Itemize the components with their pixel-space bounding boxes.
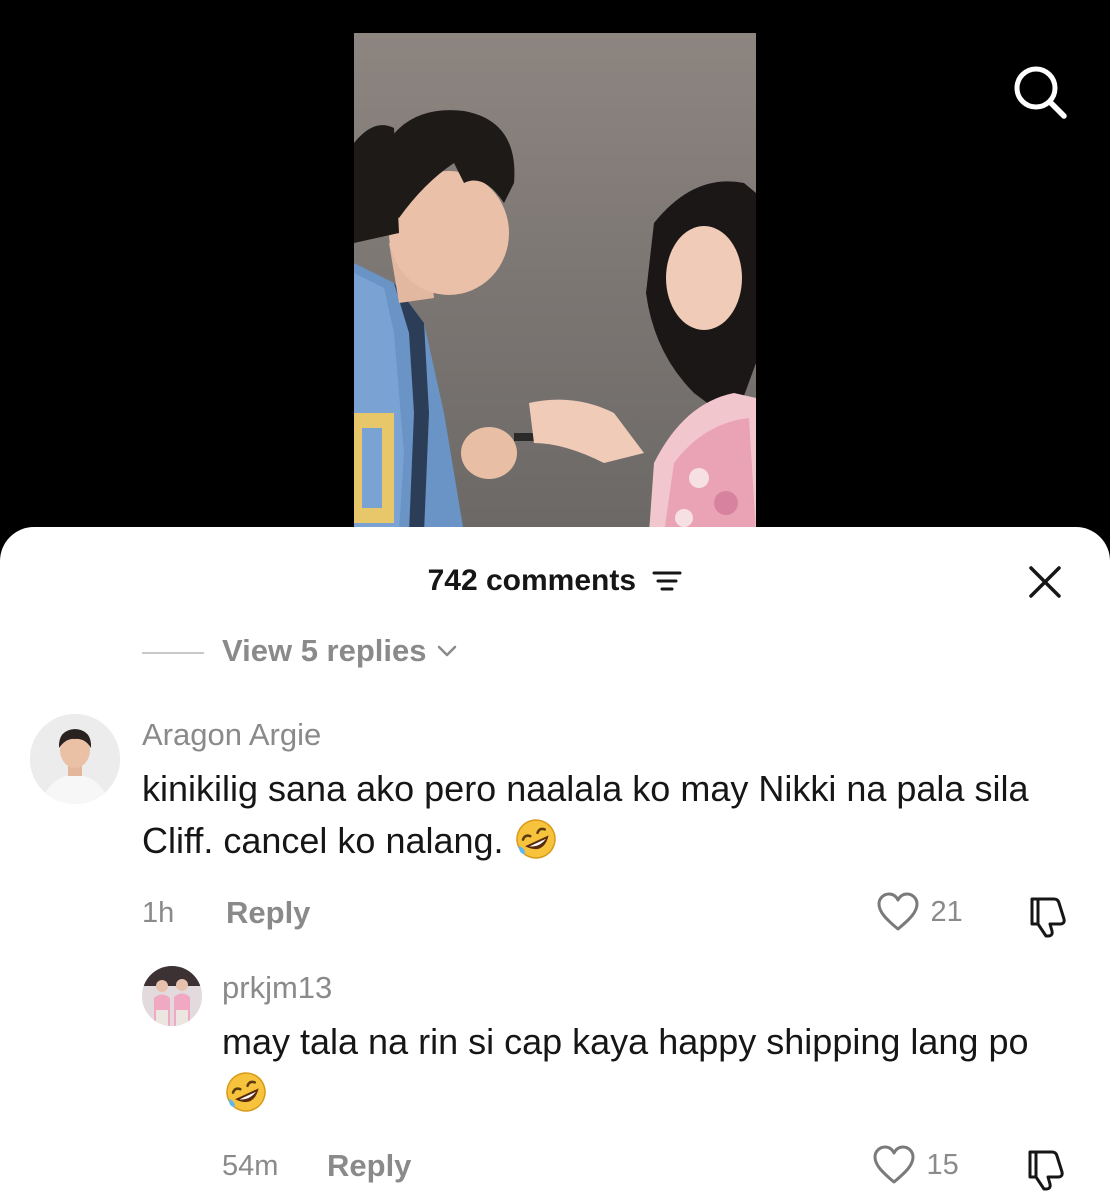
like-button[interactable]: 21: [876, 891, 963, 935]
comment-username[interactable]: prkjm13: [222, 970, 332, 1006]
view-replies-button[interactable]: View 5 replies: [222, 633, 459, 669]
comment-username[interactable]: Aragon Argie: [142, 717, 321, 753]
reply-button[interactable]: Reply: [327, 1148, 411, 1184]
thumbs-down-icon: [1028, 1150, 1064, 1191]
search-button[interactable]: [1008, 60, 1072, 124]
heart-icon: [877, 892, 919, 931]
avatar[interactable]: [30, 714, 120, 804]
comment-text: may tala na rin si cap kaya happy shippi…: [222, 1016, 1072, 1120]
video-player[interactable]: [0, 0, 1110, 560]
dislike-button[interactable]: [1022, 1146, 1068, 1192]
comment-body: may tala na rin si cap kaya happy shippi…: [222, 1021, 1029, 1062]
rolling-on-floor-laughing-emoji: [515, 819, 556, 859]
replies-divider: [142, 652, 204, 654]
thumbs-down-icon: [1030, 897, 1066, 938]
dislike-button[interactable]: [1024, 893, 1070, 939]
like-count: 15: [926, 1148, 959, 1181]
comment-text: kinikilig sana ako pero naalala ko may N…: [142, 763, 1072, 867]
view-replies-label: View 5 replies: [222, 633, 427, 668]
close-icon: [1029, 566, 1061, 598]
chevron-down-icon: [437, 645, 457, 657]
avatar[interactable]: [142, 966, 202, 1026]
comment-time: 1h: [142, 897, 175, 929]
comments-count-label: 742 comments: [427, 564, 637, 598]
video-still-image: [354, 33, 756, 533]
comments-title[interactable]: 742 comments: [0, 563, 1110, 598]
video-frame[interactable]: [354, 33, 756, 533]
sort-lines-icon[interactable]: [652, 568, 682, 594]
rolling-on-floor-laughing-emoji: [226, 1072, 266, 1112]
avatar-image: [30, 714, 120, 804]
search-icon: [1014, 66, 1067, 119]
avatar-image: [142, 966, 202, 1026]
close-button[interactable]: [1020, 557, 1070, 607]
heart-icon: [873, 1145, 915, 1184]
comment-body: kinikilig sana ako pero naalala ko may N…: [142, 768, 1029, 861]
comments-sheet: 742 comments View 5 replies Aragon Argie…: [0, 527, 1110, 1200]
reply-button[interactable]: Reply: [226, 895, 310, 931]
like-button[interactable]: 15: [872, 1144, 959, 1188]
comment-time: 54m: [222, 1150, 279, 1182]
comments-header: 742 comments: [0, 527, 1110, 627]
like-count: 21: [930, 895, 963, 928]
